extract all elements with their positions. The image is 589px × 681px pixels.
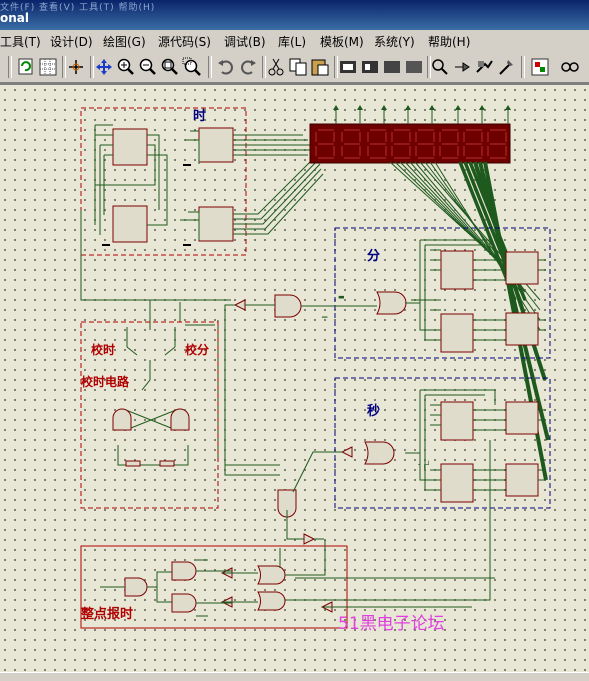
second-label: 秒	[367, 403, 380, 419]
block-move-icon[interactable]	[360, 57, 380, 77]
main-left-wires	[149, 300, 280, 476]
schematic-canvas[interactable]: 时 分 秒 ▬ ▁ ┘┌┘ 校时 校分 校时电路 整点报时 51黑电子论坛	[0, 83, 589, 674]
menu-debug[interactable]: 调试(B)	[224, 33, 266, 50]
gate-wires	[179, 302, 420, 540]
display-common-pins	[335, 110, 509, 124]
menu-design[interactable]: 设计(D)	[50, 33, 93, 50]
minute-counter-chip	[440, 250, 539, 353]
copy-icon[interactable]	[288, 57, 308, 77]
menu-template[interactable]: 模板(M)	[320, 33, 364, 50]
display-pin-arrows	[333, 105, 511, 110]
background-window-menu: 文件(F) 查看(V) 工具(T) 帮助(H)	[0, 3, 156, 13]
adjust-circuit-label: 校时电路	[81, 374, 130, 389]
zoom-in-icon[interactable]	[116, 57, 136, 77]
adjust-circuit-wires	[117, 327, 189, 466]
minute-label: 分	[367, 248, 380, 264]
pan-icon[interactable]	[94, 57, 114, 77]
watermark-text: 51黑电子论坛	[338, 614, 445, 634]
redo-icon[interactable]	[238, 57, 258, 77]
tools-icon[interactable]	[496, 57, 516, 77]
hour-label: 时	[193, 108, 206, 124]
grid-icon[interactable]	[38, 57, 58, 77]
pick-device-icon[interactable]	[430, 57, 450, 77]
refresh-icon[interactable]	[16, 57, 36, 77]
decompose-icon[interactable]	[474, 57, 494, 77]
toolbar-separator	[208, 56, 212, 78]
chime-wires	[100, 440, 495, 617]
menu-library[interactable]: 库(L)	[278, 33, 306, 50]
netlist-icon[interactable]	[530, 57, 550, 77]
menu-graph[interactable]: 绘图(G)	[103, 33, 146, 50]
block-copy-icon[interactable]	[338, 57, 358, 77]
menu-bar: 工具(T) 设计(D) 绘图(G) 源代码(S) 调试(B) 库(L) 模板(M…	[0, 30, 589, 53]
window-title: onal	[0, 11, 29, 25]
svg-text:▬: ▬	[338, 293, 345, 301]
search-icon[interactable]	[560, 57, 580, 77]
toolbar-separator	[8, 56, 12, 78]
block-delete-icon[interactable]	[404, 57, 424, 77]
hourly-chime-label: 整点报时	[80, 606, 133, 622]
zoom-all-icon[interactable]	[160, 57, 180, 77]
svg-text:┘┌┘: ┘┌┘	[418, 460, 431, 469]
schematic-drawing: 时 分 秒 ▬ ▁ ┘┌┘ 校时 校分 校时电路 整点报时 51黑电子论坛	[80, 105, 551, 634]
menu-help[interactable]: 帮助(H)	[428, 33, 470, 50]
adjust-minute-label: 校分	[185, 342, 209, 357]
block-rotate-icon[interactable]	[382, 57, 402, 77]
menu-source[interactable]: 源代码(S)	[158, 33, 211, 50]
paste-icon[interactable]	[310, 57, 330, 77]
origin-icon[interactable]	[66, 57, 86, 77]
make-device-icon[interactable]	[452, 57, 472, 77]
toolbar-separator	[521, 56, 525, 78]
adjust-hour-label: 校时	[91, 342, 115, 357]
menu-system[interactable]: 系统(Y)	[374, 33, 415, 50]
toolbar	[0, 52, 589, 83]
cut-icon[interactable]	[266, 57, 286, 77]
menu-tools[interactable]: 工具(T)	[0, 33, 41, 50]
logic-gates	[274, 291, 407, 518]
svg-text:▁: ▁	[321, 310, 328, 318]
title-bar: 文件(F) 查看(V) 工具(T) 帮助(H) onal	[0, 0, 589, 30]
zoom-out-icon[interactable]	[138, 57, 158, 77]
zoom-area-icon[interactable]	[182, 57, 202, 77]
undo-icon[interactable]	[216, 57, 236, 77]
